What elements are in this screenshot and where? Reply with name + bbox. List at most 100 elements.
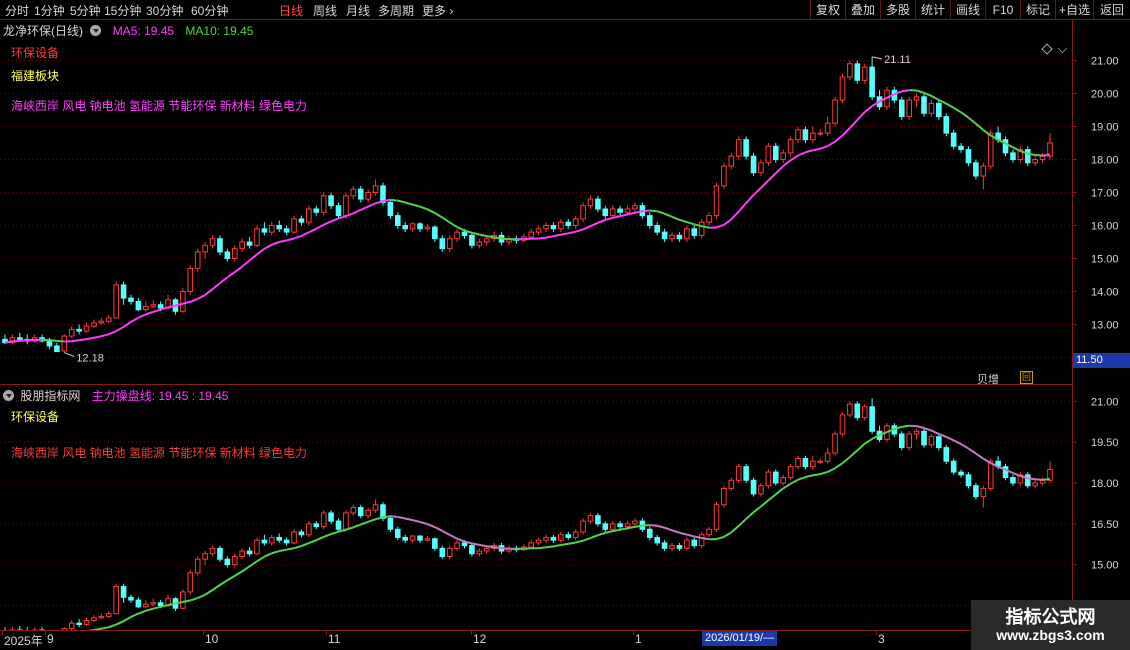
max-price-label: 21.11: [884, 54, 911, 66]
candle: [758, 159, 764, 176]
candle: [980, 485, 987, 508]
ma-line-segment: [352, 208, 362, 215]
ma-line-segment: [538, 546, 547, 550]
candle: [469, 542, 475, 557]
candle: [980, 162, 987, 190]
candle: [432, 225, 438, 242]
ma-line-segment: [226, 575, 236, 582]
candle: [780, 474, 786, 486]
candle: [617, 205, 623, 216]
ma-line-segment: [745, 194, 755, 204]
period-tab-2[interactable]: 5分钟: [70, 2, 101, 19]
ma-line-segment: [308, 539, 317, 545]
ma-line-segment: [634, 524, 643, 528]
ma-line-segment: [671, 215, 680, 221]
candle: [580, 202, 586, 223]
toolbar-button-2[interactable]: 多股: [880, 0, 915, 20]
candle: [395, 526, 401, 541]
period-tab-9[interactable]: 多周期: [378, 2, 414, 19]
candle: [772, 469, 779, 486]
ma-line-segment: [827, 467, 836, 473]
ma-line-segment: [960, 443, 969, 450]
candle: [120, 583, 127, 603]
candle: [409, 222, 416, 233]
ma-line-segment: [812, 147, 821, 152]
ma-line-segment: [360, 205, 369, 211]
candle: [91, 615, 97, 622]
ma-line-segment: [390, 515, 398, 518]
ma-line-segment: [486, 235, 495, 239]
candle: [476, 548, 483, 557]
candle: [906, 96, 912, 120]
ma-line-segment: [494, 546, 502, 550]
date-tick: 9: [47, 632, 54, 646]
toolbar-button-8[interactable]: 返回: [1093, 0, 1130, 20]
ma-line-segment: [686, 533, 695, 538]
indicator-chart[interactable]: 21.0019.5018.0016.5015.0013.50: [0, 385, 1130, 643]
candle: [632, 518, 638, 527]
main-kline-chart[interactable]: 21.00 20.00 19.00 18.00 17.00 16.00 15.00 14.00…: [0, 20, 1130, 384]
period-tab-7[interactable]: 周线: [313, 2, 337, 19]
ma-line-segment: [745, 511, 755, 520]
ma-line-segment: [471, 231, 480, 236]
period-tab-6[interactable]: 日线: [279, 2, 303, 19]
period-tab-8[interactable]: 月线: [346, 2, 370, 19]
ma-line-segment: [123, 616, 132, 623]
toolbar-button-0[interactable]: 复权: [810, 0, 845, 20]
ma-line-segment: [856, 443, 866, 452]
period-tab-3[interactable]: 15分钟: [104, 2, 141, 19]
toolbar-button-7[interactable]: +自选: [1055, 0, 1093, 20]
ma-line-segment: [545, 235, 554, 239]
watermark-url: www.zbgs3.com: [996, 627, 1105, 643]
ma-line-segment: [145, 310, 154, 316]
ma-line-segment: [486, 545, 495, 549]
period-tab-1[interactable]: 1分钟: [34, 2, 65, 19]
ma-line-segment: [1012, 472, 1021, 477]
ma-line-segment: [945, 102, 955, 109]
date-tick: 2025年: [4, 634, 43, 648]
toolbar-button-4[interactable]: 画线: [950, 0, 985, 20]
candle: [758, 483, 764, 497]
ma-line-segment: [145, 607, 154, 612]
ma-line-segment: [716, 535, 725, 541]
toolbar-button-3[interactable]: 统计: [915, 0, 950, 20]
candle: [861, 63, 868, 84]
toolbar-button-1[interactable]: 叠加: [845, 0, 880, 20]
candle: [224, 248, 231, 262]
candle: [328, 192, 334, 209]
period-tab-5[interactable]: 60分钟: [191, 2, 228, 19]
candle: [98, 317, 105, 325]
candle: [691, 537, 698, 549]
candle: [669, 542, 675, 552]
ma-line-segment: [71, 339, 80, 343]
candle: [180, 589, 186, 610]
candle: [765, 143, 772, 167]
candle: [417, 222, 423, 233]
ma-line-segment: [78, 338, 87, 342]
ma-line-segment: [619, 527, 628, 531]
candle: [372, 499, 379, 513]
ma-line-segment: [338, 215, 347, 220]
ma-line-segment: [241, 259, 251, 268]
candle: [735, 463, 742, 483]
ma-line-segment: [382, 198, 391, 203]
ma-line-segment: [412, 203, 421, 208]
candle: [224, 556, 231, 568]
stock-chart-app: 分时 1分钟 5分钟 15分钟 30分钟 60分钟 日线 周线 月线 多周期 更多 › 复权 叠加 多股…: [0, 0, 1130, 650]
ma-line-segment: [315, 223, 325, 230]
candle: [943, 113, 950, 137]
ma-line-segment: [301, 542, 310, 547]
ma-line-segment: [49, 339, 57, 342]
candle: [550, 222, 557, 233]
period-tab-4[interactable]: 30分钟: [146, 2, 183, 19]
period-tab-0[interactable]: 分时: [5, 2, 29, 19]
toolbar-button-6[interactable]: 标记: [1020, 0, 1055, 20]
y-tick-label: 20.00: [1091, 89, 1119, 101]
ma-line-segment: [427, 208, 436, 214]
toolbar-button-5[interactable]: F10: [985, 0, 1020, 20]
ma-line-segment: [441, 529, 451, 536]
ma-line-segment: [434, 526, 443, 532]
restore-button[interactable]: 回: [1020, 371, 1033, 384]
date-tick: 10: [205, 632, 219, 646]
period-tab-10[interactable]: 更多 ›: [422, 2, 453, 19]
